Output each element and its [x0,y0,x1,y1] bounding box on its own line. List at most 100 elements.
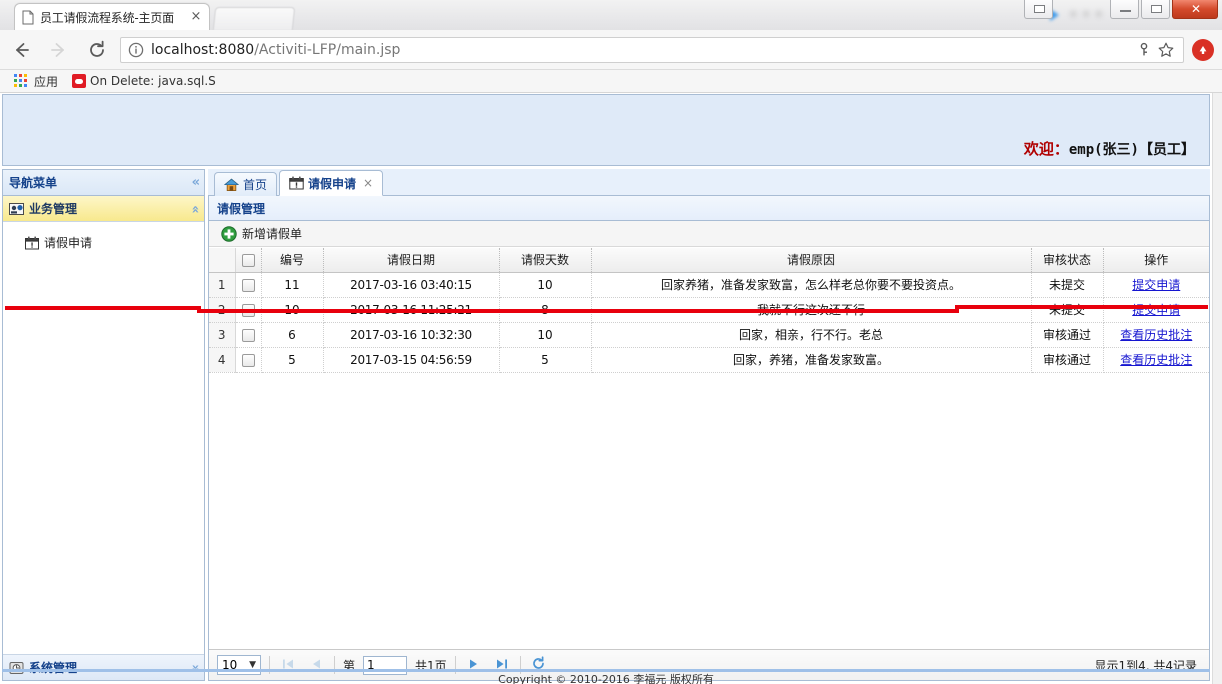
submit-request-link[interactable]: 提交申请 [1132,278,1180,292]
profile-avatar-icon[interactable] [1192,38,1214,61]
chevron-up-icon[interactable]: « [187,205,202,211]
info-circle-icon[interactable] [127,41,145,59]
row-checkbox[interactable] [241,353,255,367]
bookmarks-bar: 应用 On Delete: java.sql.S [0,70,1222,93]
annotation-underline [197,309,959,313]
page-content: 欢迎：emp(张三)【员工】 导航菜单 « 业务管理 « 请假申请 系统管理 »… [0,93,1212,684]
row-checkbox[interactable] [241,278,255,292]
background-tab-ghost [212,7,296,30]
cell-operation[interactable]: 提交申请 [1103,272,1209,298]
bookmark-star-icon[interactable] [1155,40,1177,60]
address-bar[interactable]: localhost:8080/Activiti-LFP/main.jsp [120,36,1184,63]
sql-red-icon [72,74,87,88]
cell-rownum: 4 [209,347,236,373]
tab-leave-application-label: 请假申请 [308,176,357,191]
forward-arrow-icon [49,40,69,60]
browser-toolbar: localhost:8080/Activiti-LFP/main.jsp [0,30,1222,70]
welcome-label: 欢迎： [1023,140,1069,158]
page-scrollbar[interactable] [1212,93,1222,684]
navigation-panel-header: 导航菜单 « [3,170,204,196]
navigation-panel-title: 导航菜单 [9,176,58,190]
bookmark-apps-label: 应用 [34,74,59,89]
apps-grid-icon [14,74,28,88]
cell-operation[interactable]: 查看历史批注 [1103,347,1209,373]
th-operation[interactable]: 操作 [1103,248,1209,273]
address-bar-text: localhost:8080/Activiti-LFP/main.jsp [151,42,1133,58]
content-tab-bar: 首页 请假申请 × [208,169,1210,196]
sidebar-item-leave-application-label: 请假申请 [44,236,93,250]
navigation-panel: 导航菜单 « 业务管理 « 请假申请 系统管理 » [2,169,205,681]
row-checkbox[interactable] [241,328,255,342]
cell-reason: 回家，养猪，准备发家致富。 [591,347,1032,373]
reload-icon [87,40,107,60]
back-button[interactable] [4,33,38,67]
forward-button[interactable] [42,33,76,67]
panel-title-bar: 请假管理 [209,196,1209,221]
main-region: 首页 请假申请 × 请假管理 新增请假单 编号 请假日期 请假天数 请假原因 审… [208,169,1210,681]
th-date[interactable]: 请假日期 [323,248,500,273]
th-select-all[interactable] [235,248,262,273]
bookmark-apps[interactable]: 应用 [10,72,62,91]
th-id[interactable]: 编号 [261,248,324,273]
welcome-message: 欢迎：emp(张三)【员工】 [1024,138,1209,165]
add-leave-request-label: 新增请假单 [242,227,303,241]
app-banner: 欢迎：emp(张三)【员工】 [2,94,1210,166]
cell-status: 未提交 [1031,297,1104,323]
view-history-link[interactable]: 查看历史批注 [1120,328,1192,342]
cell-date: 2017-03-16 03:40:15 [323,272,500,298]
th-reason[interactable]: 请假原因 [591,248,1032,273]
th-rownum [209,248,236,273]
back-arrow-icon [11,40,31,60]
table-row[interactable]: 1 11 2017-03-16 03:40:15 10 回家养猪，准备发家致富，… [209,272,1209,298]
annotation-underline [955,305,1208,309]
cell-checkbox[interactable] [235,272,262,298]
sidebar-item-leave-application[interactable]: 请假申请 [3,230,204,255]
calendar-leave-icon [289,176,304,190]
add-leave-request-button[interactable]: 新增请假单 [217,223,306,244]
browser-tab-active[interactable]: 员工请假流程系统-主页面 × [14,3,210,30]
welcome-username: emp(张三)【员工】 [1068,142,1195,158]
cell-days: 10 [499,322,592,348]
business-group-icon [9,202,24,216]
page-title: 请假管理 [217,201,266,216]
select-all-checkbox[interactable] [241,253,255,267]
table-row[interactable]: 3 6 2017-03-16 10:32:30 10 回家，相亲，行不行。老总 … [209,322,1209,348]
cell-reason: 回家，相亲，行不行。老总 [591,322,1032,348]
cell-date: 2017-03-16 10:32:30 [323,322,500,348]
reload-button[interactable] [80,33,114,67]
cell-id: 6 [261,322,324,348]
tab-home[interactable]: 首页 [214,172,278,196]
tab-leave-application[interactable]: 请假申请 × [279,170,384,196]
cell-rownum: 1 [209,272,236,298]
add-plus-icon [221,225,237,242]
table-header-row: 编号 请假日期 请假天数 请假原因 审核状态 操作 [209,248,1209,273]
bookmark-on-delete[interactable]: On Delete: java.sql.S [68,73,220,89]
th-days[interactable]: 请假天数 [499,248,592,273]
th-status[interactable]: 审核状态 [1031,248,1104,273]
cell-status: 审核通过 [1031,347,1104,373]
cell-status: 审核通过 [1031,322,1104,348]
table-head: 编号 请假日期 请假天数 请假原因 审核状态 操作 [209,248,1209,273]
cell-id: 11 [261,272,324,298]
footer-copyright: Copyright © 2010-2016 李福元 版权所有 [498,673,714,684]
browser-tab-strip: 员工请假流程系统-主页面 × [0,0,1222,30]
browser-tab-title: 员工请假流程系统-主页面 [40,10,174,25]
cell-operation[interactable]: 查看历史批注 [1103,322,1209,348]
url-path: /Activiti-LFP/main.jsp [254,41,401,58]
sidebar-group-business-body: 请假申请 [3,222,204,255]
cell-operation[interactable]: 提交申请 [1103,297,1209,323]
tab-close-icon[interactable]: × [363,176,373,190]
url-host: localhost:8080 [151,41,255,58]
collapse-left-icon[interactable]: « [192,175,201,190]
password-key-icon[interactable] [1133,40,1155,60]
sidebar-group-business[interactable]: 业务管理 « [3,196,204,222]
home-icon [223,178,240,192]
cell-checkbox[interactable] [235,322,262,348]
table-row[interactable]: 4 5 2017-03-15 04:56:59 5 回家，养猪，准备发家致富。 … [209,347,1209,373]
leave-management-panel: 请假管理 新增请假单 编号 请假日期 请假天数 请假原因 审核状态 操作 1 1… [208,196,1210,681]
sidebar-group-business-label: 业务管理 [29,202,78,216]
cell-days: 5 [499,347,592,373]
view-history-link[interactable]: 查看历史批注 [1120,353,1192,367]
tab-close-icon[interactable]: × [189,10,203,24]
cell-checkbox[interactable] [235,347,262,373]
